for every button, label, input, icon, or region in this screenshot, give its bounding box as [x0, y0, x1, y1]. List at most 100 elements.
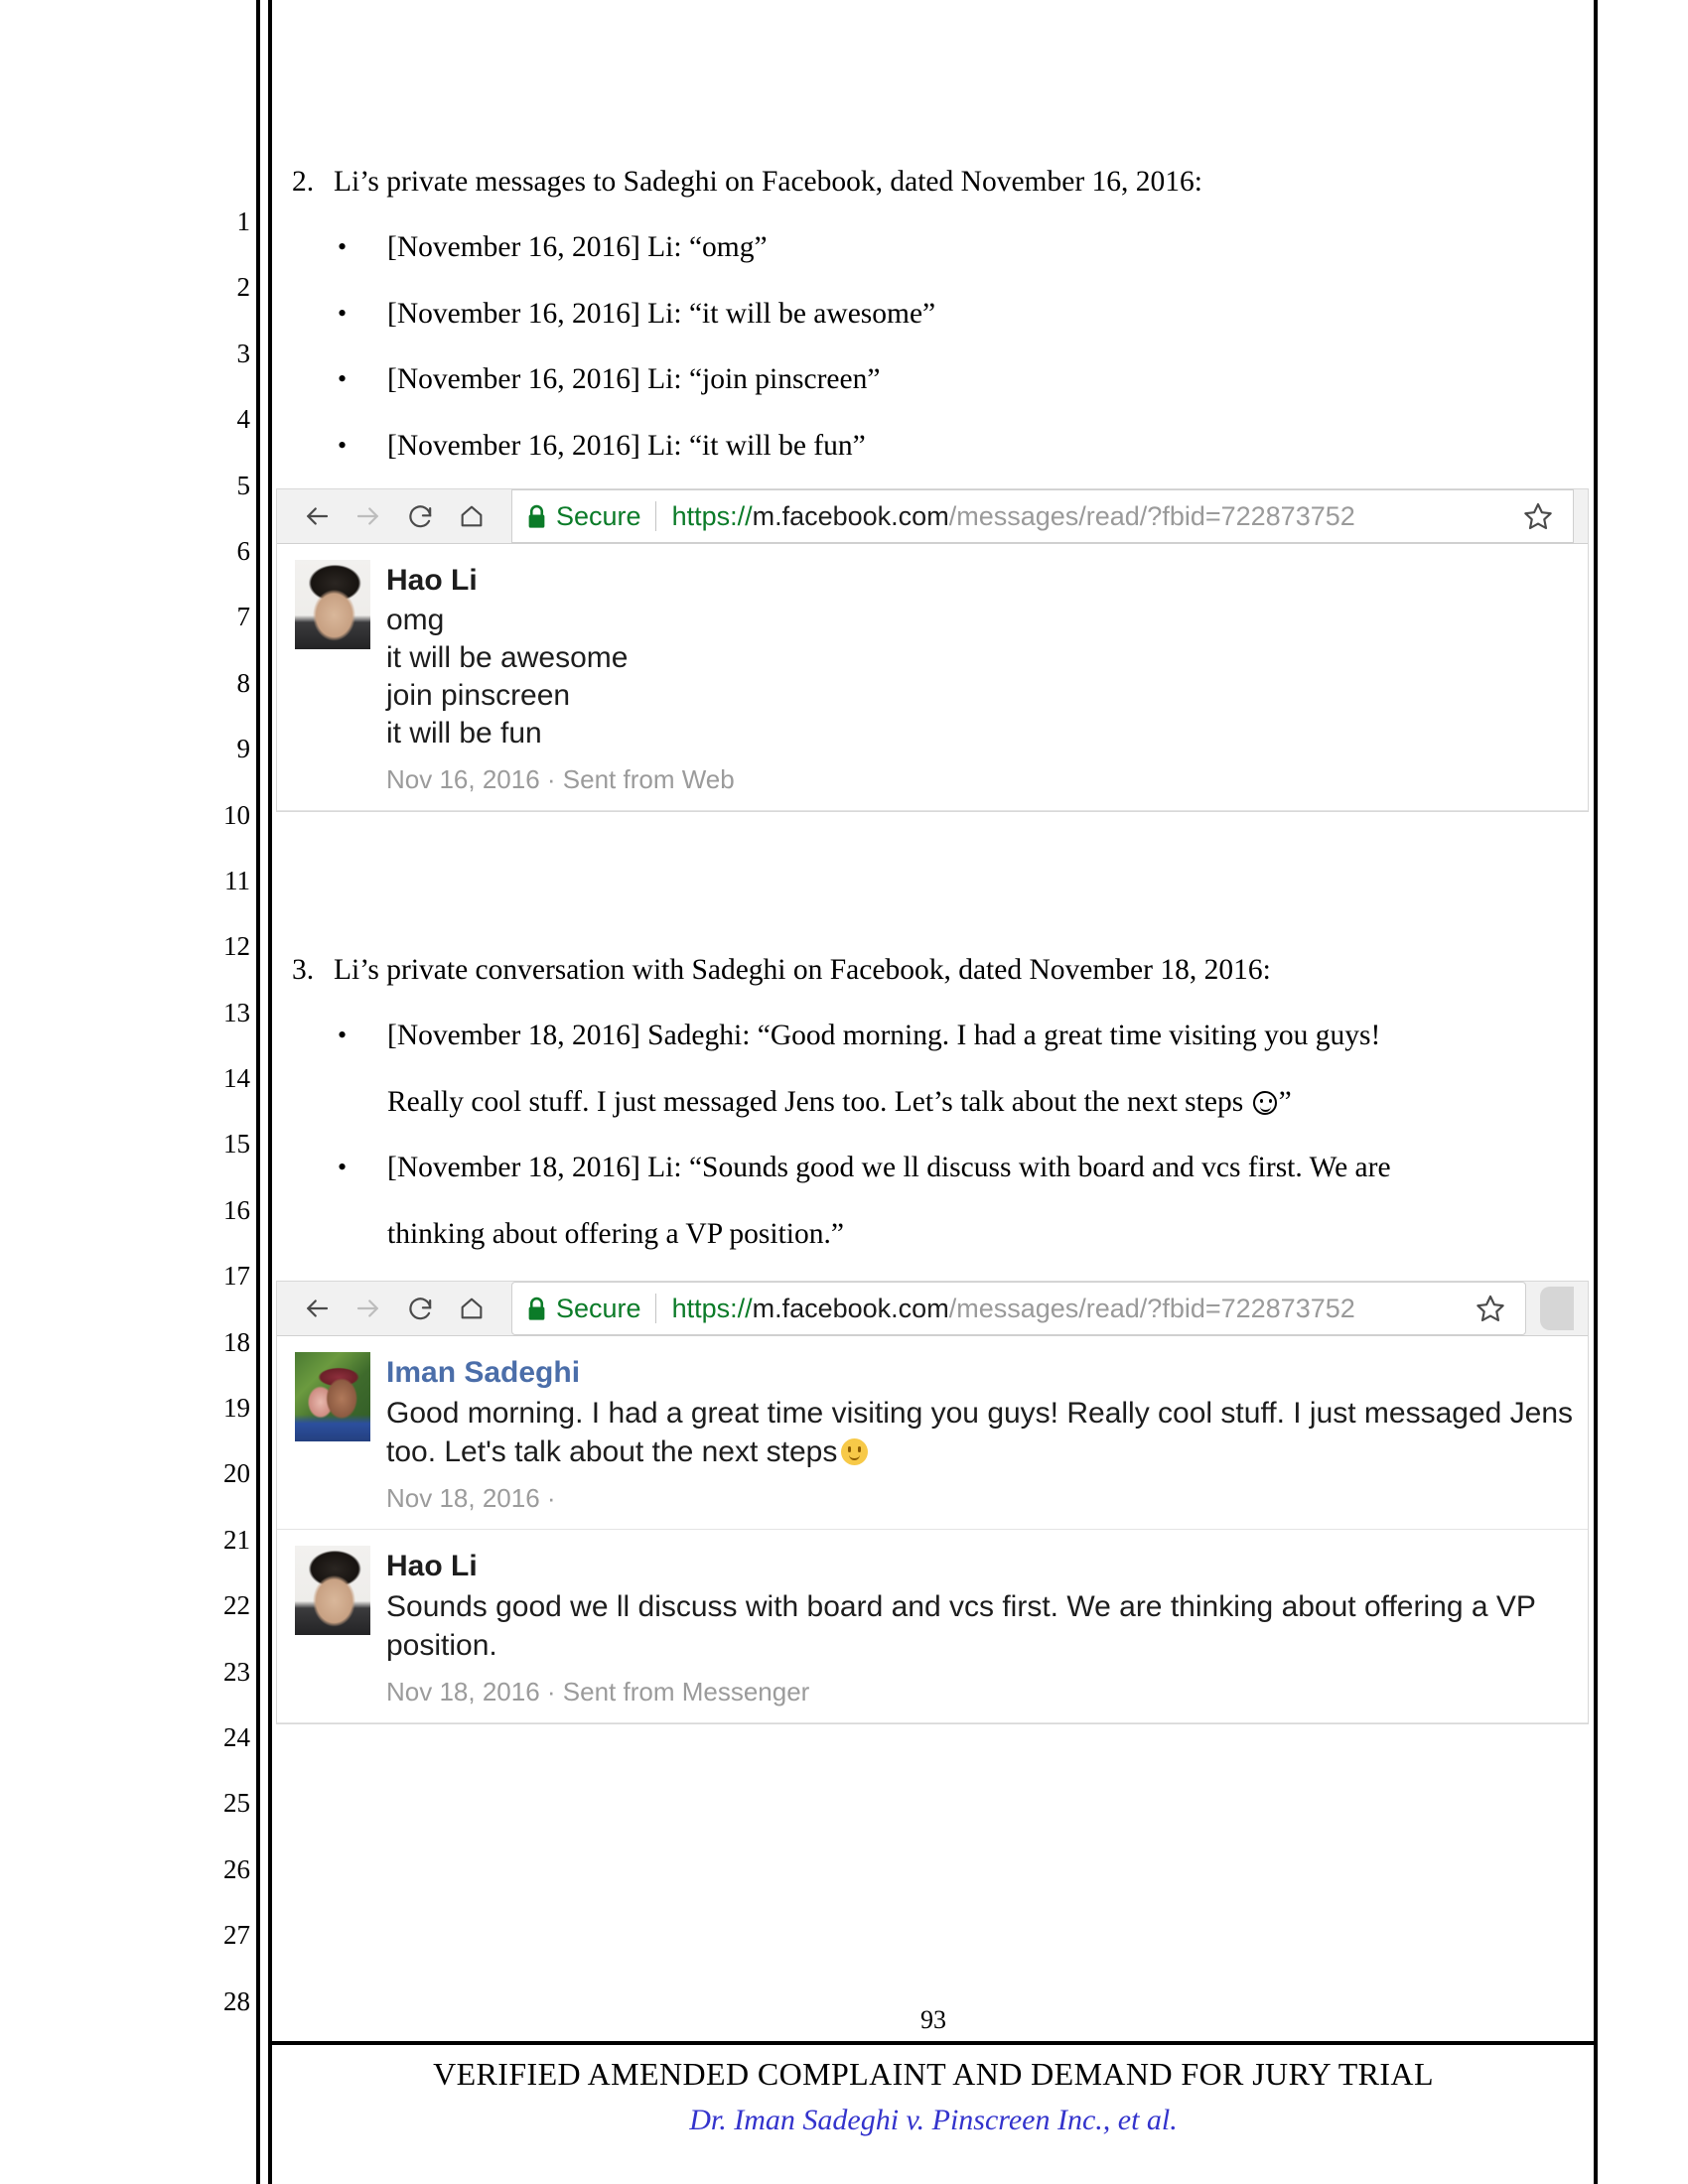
line-number: 1: [236, 206, 251, 236]
line-number-column: 1 2 3 4 5 6 7 8 9 10 11 12 13 14 15 16 1…: [199, 189, 250, 2034]
iman-sadeghi-avatar: [295, 1352, 370, 1442]
line-number: 7: [236, 602, 251, 632]
secure-label: Secure: [556, 1293, 641, 1323]
message-line: it will be fun: [386, 717, 542, 751]
line-number: 24: [223, 1721, 250, 1752]
message-body: Iman Sadeghi Good morning. I had a great…: [386, 1352, 1588, 1515]
secure-label: Secure: [556, 500, 641, 531]
hao-li-avatar: [295, 1546, 370, 1636]
forward-arrow-icon[interactable]: [343, 490, 394, 542]
pleading-page: 1 2 3 4 5 6 7 8 9 10 11 12 13 14 15 16 1…: [0, 0, 1688, 2184]
bullet-item: • [November 16, 2016] Li: “join pinscree…: [276, 346, 1589, 412]
message-list: Hao Li omg it will be awesome join pinsc…: [277, 544, 1588, 812]
forward-arrow-icon[interactable]: [343, 1283, 394, 1334]
bullet-glyph: •: [338, 1021, 348, 1050]
bullet-text-continued: Really cool stuff. I just messaged Jens …: [387, 1069, 1589, 1135]
document-body: 2. Li’s private messages to Sadeghi on F…: [276, 149, 1589, 1725]
star-bookmark-icon[interactable]: [1470, 1288, 1511, 1329]
bullet-glyph: •: [338, 364, 348, 394]
browser-nav-group: [291, 1283, 497, 1334]
line-number: 21: [223, 1524, 250, 1555]
bullet-item: • [November 16, 2016] Li: “it will be fu…: [276, 413, 1589, 478]
message-body: Hao Li Sounds good we ll discuss with bo…: [386, 1546, 1588, 1708]
message-item: Hao Li Sounds good we ll discuss with bo…: [277, 1530, 1588, 1724]
bullet-text-part: Really cool stuff. I just messaged Jens …: [387, 1085, 1244, 1118]
bullet-item: • [November 16, 2016] Li: “it will be aw…: [276, 281, 1589, 346]
home-icon[interactable]: [446, 1283, 497, 1334]
omnibox-divider: [654, 501, 656, 532]
bullet-text-continued: thinking about offering a VP position.”: [387, 1217, 844, 1250]
line-number: 18: [223, 1326, 250, 1357]
lock-icon: [526, 504, 547, 529]
line-number: 17: [223, 1261, 250, 1292]
reload-icon[interactable]: [394, 490, 446, 542]
address-bar[interactable]: Secure https://m.facebook.com/messages/r…: [511, 1282, 1526, 1336]
bullet-text: [November 18, 2016] Sadeghi: “Good morni…: [387, 1020, 1381, 1052]
line-number: 8: [236, 667, 251, 698]
back-arrow-icon[interactable]: [291, 1283, 343, 1334]
line-number: 22: [223, 1590, 250, 1621]
url-host: m.facebook.com: [752, 1293, 949, 1323]
line-number: 26: [223, 1853, 250, 1884]
message-text-line: Sounds good we ll discuss with board and…: [386, 1590, 1536, 1624]
list-item-2-number: 2.: [292, 166, 315, 198]
message-author: Hao Li: [386, 564, 478, 598]
url-path: /messages/read/?fbid=722873752: [948, 500, 1355, 531]
line-number: 19: [223, 1393, 250, 1424]
message-line: omg: [386, 604, 445, 637]
line-number: 15: [223, 1129, 250, 1160]
browser-nav-group: [291, 490, 497, 542]
bullet-glyph: •: [338, 1153, 348, 1182]
address-bar[interactable]: Secure https://m.facebook.com/messages/r…: [511, 489, 1574, 544]
footer-title: VERIFIED AMENDED COMPLAINT AND DEMAND FO…: [433, 2056, 1434, 2092]
home-icon[interactable]: [446, 490, 497, 542]
left-margin-rule-inner: [268, 0, 272, 2184]
line-number: 12: [223, 931, 250, 962]
message-text-line: Good morning. I had a great time visitin…: [386, 1397, 1574, 1431]
message-timestamp: Nov 18, 2016 ·: [386, 1483, 556, 1514]
url-scheme: https://: [671, 500, 753, 531]
footer-case-name: Dr. Iman Sadeghi v. Pinscreen Inc., et a…: [689, 2104, 1178, 2136]
url-text: https://m.facebook.com/messages/read/?fb…: [672, 501, 1505, 532]
list-item-3-number: 3.: [292, 954, 315, 987]
toolbar-overflow-stub[interactable]: [1540, 1287, 1574, 1331]
facebook-screenshot-1: Secure https://m.facebook.com/messages/r…: [276, 488, 1589, 813]
bullet-text: [November 16, 2016] Li: “it will be awes…: [387, 297, 936, 330]
line-number: 3: [236, 338, 251, 368]
footer-divider: [272, 2041, 1595, 2045]
message-text-line: position.: [386, 1629, 497, 1663]
list-item-2: 2. Li’s private messages to Sadeghi on F…: [276, 149, 1589, 214]
bullet-text: [November 16, 2016] Li: “it will be fun”: [387, 429, 866, 462]
hao-li-avatar: [295, 560, 370, 650]
back-arrow-icon[interactable]: [291, 490, 343, 542]
line-number: 4: [236, 404, 251, 435]
message-author: Iman Sadeghi: [386, 1356, 581, 1390]
line-number: 25: [223, 1788, 250, 1819]
message-item: Hao Li omg it will be awesome join pinsc…: [277, 544, 1588, 812]
browser-toolbar: Secure https://m.facebook.com/messages/r…: [277, 1282, 1588, 1337]
list-item-3-heading: Li’s private conversation with Sadeghi o…: [334, 954, 1271, 987]
smiling-face-emoji: [841, 1438, 869, 1466]
message-list: Iman Sadeghi Good morning. I had a great…: [277, 1336, 1588, 1724]
url-scheme: https://: [671, 1293, 753, 1323]
line-number: 2: [236, 272, 251, 303]
star-bookmark-icon[interactable]: [1517, 495, 1559, 537]
bullet-item: • [November 18, 2016] Li: “Sounds good w…: [276, 1135, 1589, 1267]
line-number: 10: [223, 799, 250, 830]
line-number: 16: [223, 1194, 250, 1225]
reload-icon[interactable]: [394, 1283, 446, 1334]
smiley-face-icon: [1252, 1090, 1277, 1115]
line-number: 13: [223, 997, 250, 1027]
bullet-text: [November 18, 2016] Li: “Sounds good we …: [387, 1152, 1391, 1184]
message-text-line: too. Let's talk about the next steps: [386, 1433, 1588, 1471]
line-number: 23: [223, 1656, 250, 1687]
browser-toolbar: Secure https://m.facebook.com/messages/r…: [277, 489, 1588, 545]
message-item: Iman Sadeghi Good morning. I had a great…: [277, 1336, 1588, 1531]
bullet-item: • [November 16, 2016] Li: “omg”: [276, 214, 1589, 280]
url-path: /messages/read/?fbid=722873752: [948, 1293, 1355, 1323]
line-number: 27: [223, 1920, 250, 1951]
message-timestamp: Nov 16, 2016 · Sent from Web: [386, 764, 735, 795]
list-item-3: 3. Li’s private conversation with Sadegh…: [276, 937, 1589, 1003]
line-number: 20: [223, 1458, 250, 1489]
